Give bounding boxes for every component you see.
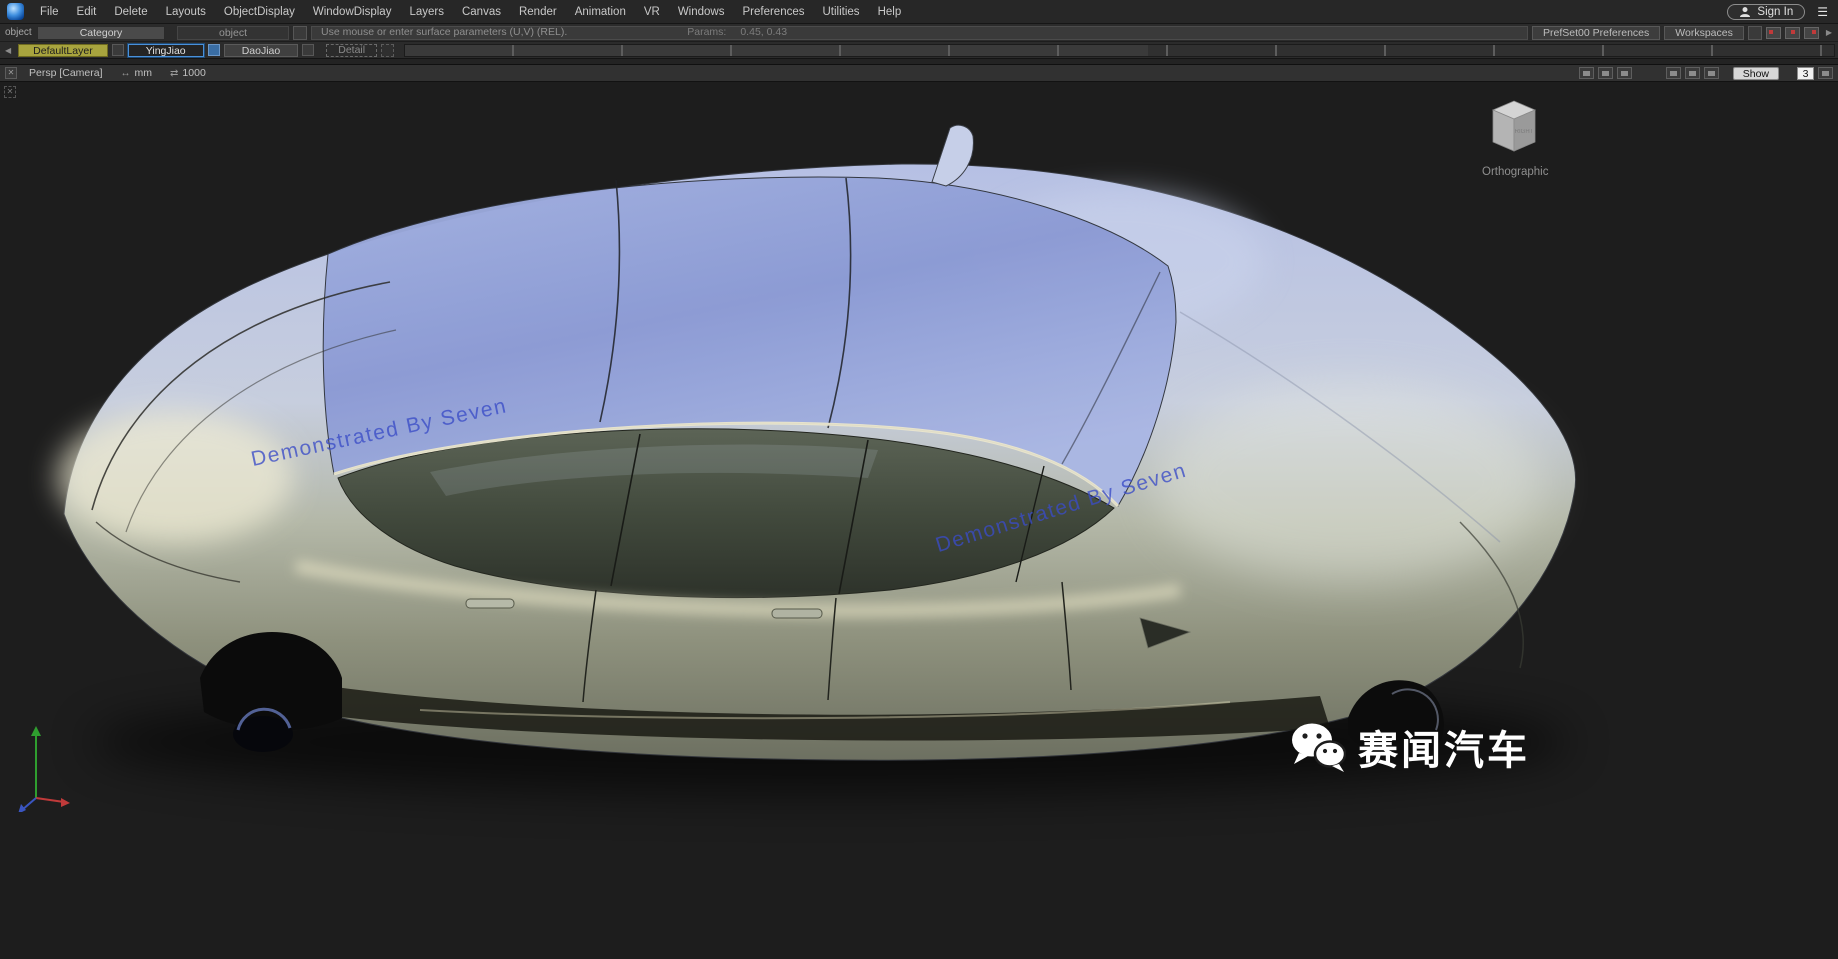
menu-edit[interactable]: Edit bbox=[68, 6, 106, 18]
person-icon bbox=[1739, 6, 1751, 18]
camera-view-label[interactable]: Persp [Camera] bbox=[29, 67, 103, 79]
x-axis-icon bbox=[36, 798, 64, 802]
viewport-header: ✕ Persp [Camera] ↔ mm ⇄ 1000 Show 3 bbox=[0, 65, 1838, 82]
viewport-canvas[interactable]: ✕ Demonstrated By Seven Demonstrated By … bbox=[0, 82, 1838, 959]
brand-text: 赛闻汽车 bbox=[1358, 718, 1530, 776]
menu-windowdisplay[interactable]: WindowDisplay bbox=[304, 6, 401, 18]
menu-layouts[interactable]: Layouts bbox=[157, 6, 215, 18]
menu-layers[interactable]: Layers bbox=[400, 6, 453, 18]
alias-logo-icon[interactable] bbox=[7, 3, 24, 20]
menu-vr[interactable]: VR bbox=[635, 6, 669, 18]
prompt-line-input[interactable]: Use mouse or enter surface parameters (U… bbox=[311, 26, 1528, 40]
show-menu-button[interactable]: Show bbox=[1733, 67, 1779, 80]
mouse-middle-button-icon[interactable] bbox=[1785, 27, 1800, 39]
resize-horizontal-icon: ↔ bbox=[121, 68, 131, 79]
viewport-grid-toggle-icon[interactable]: ✕ bbox=[4, 86, 16, 98]
menu-bar: File Edit Delete Layouts ObjectDisplay W… bbox=[0, 0, 1838, 24]
layer-timeline-strip[interactable] bbox=[404, 44, 1835, 57]
brand-watermark: 赛闻汽车 bbox=[1290, 718, 1530, 776]
params-value: 0.45, 0.43 bbox=[740, 26, 787, 39]
menu-canvas[interactable]: Canvas bbox=[453, 6, 510, 18]
menu-preferences[interactable]: Preferences bbox=[733, 6, 813, 18]
layer-defaultlayer-checkbox[interactable] bbox=[112, 44, 124, 56]
orientation-label: Orthographic bbox=[1482, 166, 1546, 178]
menu-render[interactable]: Render bbox=[510, 6, 566, 18]
layer-yingjiao-checkbox[interactable] bbox=[208, 44, 220, 56]
workspace-monitor-icon[interactable] bbox=[1748, 26, 1762, 40]
axis-triad bbox=[14, 722, 74, 817]
detail-button[interactable]: Detail bbox=[326, 44, 377, 57]
view-cube-icon[interactable]: RIGHT bbox=[1485, 96, 1543, 156]
detail-options-icon[interactable] bbox=[381, 44, 394, 57]
window-grid-icon[interactable] bbox=[1704, 67, 1719, 79]
wechat-icon bbox=[1290, 721, 1346, 773]
menu-utilities[interactable]: Utilities bbox=[814, 6, 869, 18]
viewport-maximize-icon[interactable] bbox=[1818, 67, 1833, 79]
viewport-close-icon[interactable]: ✕ bbox=[5, 67, 17, 79]
menu-help[interactable]: Help bbox=[869, 6, 911, 18]
layer-daojiao-button[interactable]: DaoJiao bbox=[224, 44, 299, 57]
menu-windows[interactable]: Windows bbox=[669, 6, 734, 18]
prompt-history-icon[interactable] bbox=[293, 26, 307, 40]
menu-animation[interactable]: Animation bbox=[566, 6, 635, 18]
alias-application-window: File Edit Delete Layouts ObjectDisplay W… bbox=[0, 0, 1838, 959]
scale-arrows-icon: ⇄ bbox=[170, 68, 178, 79]
window-single-icon[interactable] bbox=[1666, 67, 1681, 79]
layer-bar: ◀ DefaultLayer YingJiao DaoJiao Detail bbox=[0, 42, 1838, 59]
layer-scroll-left-icon[interactable]: ◀ bbox=[2, 46, 14, 55]
layer-yingjiao-field[interactable]: YingJiao bbox=[128, 44, 204, 57]
car-3d-model[interactable] bbox=[0, 82, 1838, 959]
menu-objectdisplay[interactable]: ObjectDisplay bbox=[215, 6, 304, 18]
view-scale-value[interactable]: 1000 bbox=[182, 67, 205, 79]
prompt-bar: object Category object Use mouse or ente… bbox=[0, 24, 1838, 42]
prompt-bar-expand-icon[interactable]: ▶ bbox=[1823, 28, 1835, 37]
mouse-right-button-icon[interactable] bbox=[1804, 27, 1819, 39]
prefset-button[interactable]: PrefSet00 Preferences bbox=[1532, 26, 1660, 40]
workspaces-button[interactable]: Workspaces bbox=[1664, 26, 1744, 40]
object-filter-field[interactable]: object bbox=[177, 26, 289, 40]
image-plane-icon[interactable] bbox=[1617, 67, 1632, 79]
layer-defaultlayer-button[interactable]: DefaultLayer bbox=[18, 44, 108, 57]
prompt-text: Use mouse or enter surface parameters (U… bbox=[321, 26, 567, 39]
menu-file[interactable]: File bbox=[31, 6, 68, 18]
view-cube[interactable]: RIGHT Orthographic bbox=[1482, 96, 1546, 178]
params-label: Params: bbox=[687, 26, 726, 39]
mouse-left-button-icon[interactable] bbox=[1766, 27, 1781, 39]
sign-in-button[interactable]: Sign In bbox=[1727, 4, 1805, 20]
snapshot-icon[interactable] bbox=[1579, 67, 1594, 79]
render-preview-icon[interactable] bbox=[1598, 67, 1613, 79]
category-dropdown[interactable]: Category bbox=[37, 26, 165, 40]
panel-number-button[interactable]: 3 bbox=[1797, 67, 1814, 80]
pick-object-label: object bbox=[3, 27, 33, 38]
layer-daojiao-checkbox[interactable] bbox=[302, 44, 314, 56]
sign-in-label: Sign In bbox=[1757, 6, 1793, 18]
window-menu-icon[interactable]: ☰ bbox=[1817, 5, 1828, 19]
units-label[interactable]: mm bbox=[135, 67, 153, 79]
window-split-icon[interactable] bbox=[1685, 67, 1700, 79]
cube-face-label: RIGHT bbox=[1515, 129, 1534, 135]
menu-delete[interactable]: Delete bbox=[105, 6, 156, 18]
